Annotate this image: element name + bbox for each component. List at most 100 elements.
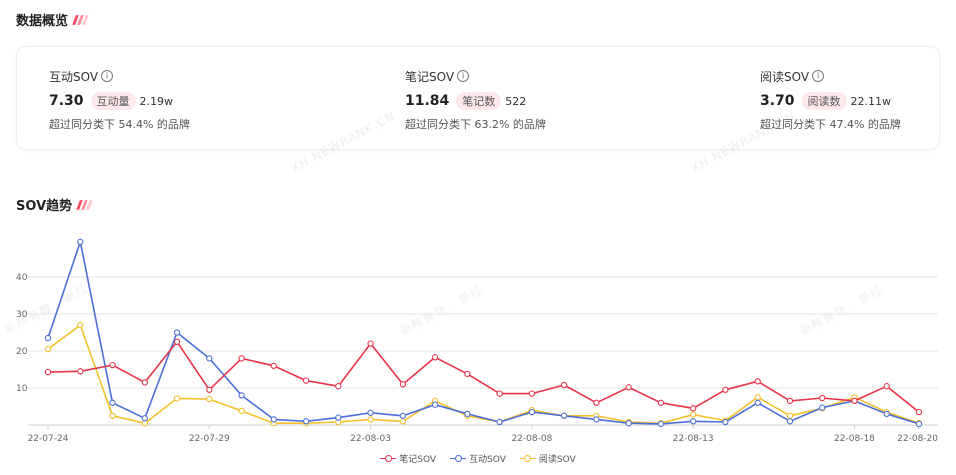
data-point: [270, 416, 277, 423]
metric-tag-value: 522: [505, 94, 527, 108]
metric-note-sov: 笔记SOV i 11.84 笔记数 522 超过同分类下 63.2% 的品牌: [405, 69, 546, 132]
data-point: [431, 401, 439, 408]
metric-description: 超过同分类下 63.2% 的品牌: [405, 118, 546, 131]
data-point: [690, 418, 697, 425]
x-tick-label: 22-08-13: [673, 434, 714, 444]
legend-item[interactable]: 互动SOV: [450, 452, 506, 465]
data-point: [238, 407, 245, 415]
data-point: [496, 418, 503, 426]
data-point: [819, 394, 826, 402]
metric-value: 11.84: [405, 93, 450, 109]
data-point: [690, 405, 697, 412]
data-point: [722, 386, 729, 393]
data-point: [173, 395, 181, 402]
data-point: [915, 408, 923, 416]
x-tick-label: 22-08-03: [350, 434, 391, 444]
data-point: [109, 399, 116, 406]
legend-label: 互动SOV: [469, 455, 506, 465]
data-point: [44, 334, 52, 342]
metric-tag: 互动量: [90, 92, 136, 110]
data-point: [786, 418, 794, 425]
data-point: [77, 238, 84, 245]
legend-item[interactable]: 阅读SOV: [519, 452, 576, 465]
data-point: [335, 414, 342, 421]
data-point: [754, 378, 761, 385]
legend-label: 笔记SOV: [399, 455, 437, 465]
metric-value: 7.30: [49, 93, 84, 109]
data-point: [593, 399, 600, 406]
data-point: [77, 368, 84, 375]
x-tick-label: 22-08-08: [511, 434, 552, 444]
data-point: [786, 412, 794, 419]
data-point: [141, 379, 148, 386]
data-point: [399, 412, 407, 419]
data-point: [141, 415, 148, 422]
data-point: [431, 354, 439, 361]
metric-read-sov: 阅读SOV i 3.70 阅读数 22.11w 超过同分类下 47.4% 的品牌: [760, 69, 901, 132]
y-tick-label: 10: [16, 384, 28, 394]
data-point: [754, 399, 761, 406]
metric-value: 3.70: [760, 93, 795, 109]
data-point: [722, 418, 729, 426]
data-point: [399, 418, 407, 425]
data-point: [302, 418, 310, 425]
metric-label: 互动SOV: [49, 69, 99, 84]
data-point: [173, 329, 181, 336]
data-point: [109, 412, 116, 419]
metric-tag: 阅读数: [801, 92, 847, 110]
metric-description: 超过同分类下 54.4% 的品牌: [49, 118, 190, 131]
metric-tag-value: 2.19w: [139, 94, 174, 108]
info-icon[interactable]: i: [457, 70, 470, 82]
data-point: [238, 355, 245, 362]
data-point: [206, 395, 213, 403]
y-tick-label: 40: [16, 273, 28, 283]
data-point: [77, 321, 84, 329]
data-point: [819, 404, 826, 411]
info-icon[interactable]: i: [812, 70, 825, 82]
data-point: [302, 377, 310, 384]
y-tick-label: 30: [16, 310, 28, 320]
data-point: [560, 381, 568, 389]
data-point: [399, 381, 407, 388]
metric-tag-value: 22.11w: [850, 94, 892, 108]
metric-label: 阅读SOV: [760, 69, 810, 84]
x-tick-label: 22-08-18: [834, 434, 875, 444]
data-point: [883, 383, 890, 390]
data-point: [657, 399, 665, 406]
data-point: [690, 411, 697, 418]
metric-label: 笔记SOV: [405, 69, 455, 84]
data-point: [464, 410, 471, 418]
legend-line-icon: [519, 455, 536, 463]
x-tick-label: 22-07-24: [28, 434, 69, 444]
legend-line-icon: [450, 455, 467, 463]
y-tick-label: 20: [16, 347, 28, 357]
data-point: [109, 361, 116, 369]
title-slashes-icon: [76, 199, 93, 210]
trend-section-title: SOV趋势: [16, 195, 93, 214]
data-point: [593, 416, 600, 423]
x-tick-label: 22-07-29: [189, 434, 230, 444]
data-point: [367, 340, 374, 347]
data-point: [335, 383, 342, 390]
data-point: [206, 386, 213, 393]
legend-line-icon: [380, 455, 397, 463]
data-point: [173, 338, 181, 345]
data-point: [44, 345, 52, 353]
legend-item[interactable]: 笔记SOV: [380, 452, 436, 465]
chart-legend: 笔记SOV 互动SOV 阅读SOV: [0, 452, 956, 465]
data-point: [206, 355, 213, 362]
data-point: [625, 420, 632, 427]
info-icon[interactable]: i: [101, 70, 114, 82]
data-point: [528, 408, 536, 416]
overview-title-text: 数据概览: [16, 14, 69, 29]
data-point: [786, 397, 794, 405]
metric-tag: 笔记数: [456, 92, 502, 110]
data-point: [883, 410, 890, 418]
data-point: [238, 392, 245, 399]
trend-title-text: SOV趋势: [16, 199, 73, 214]
data-point: [754, 394, 761, 401]
metric-interaction-sov: 互动SOV i 7.30 互动量 2.19w 超过同分类下 54.4% 的品牌: [49, 69, 190, 132]
overview-card: 互动SOV i 7.30 互动量 2.19w 超过同分类下 54.4% 的品牌 …: [16, 46, 940, 150]
legend-label: 阅读SOV: [538, 455, 576, 465]
data-point: [367, 409, 374, 416]
